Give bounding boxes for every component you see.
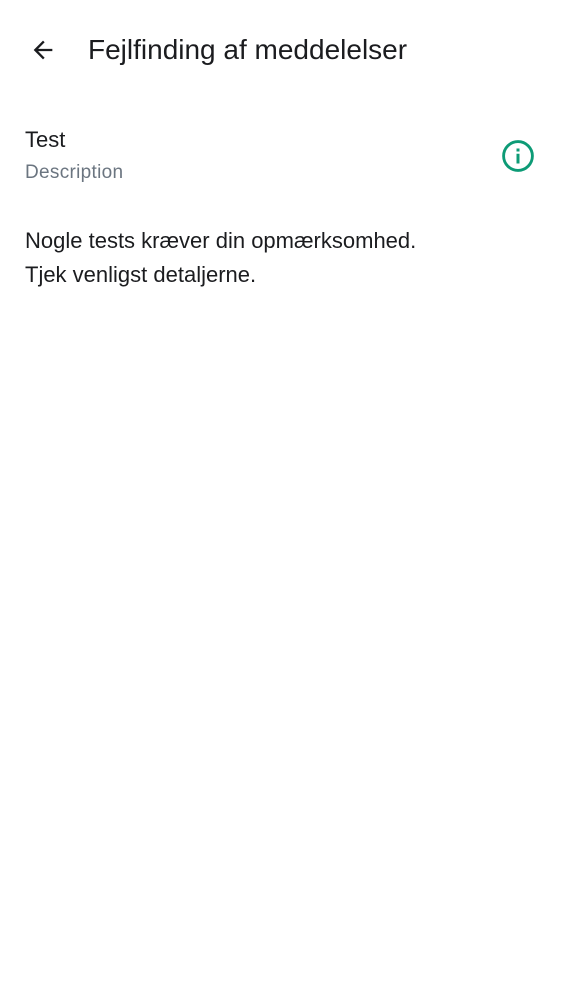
message-line-1: Nogle tests kræver din opmærksomhed.	[25, 228, 417, 253]
attention-message: Nogle tests kræver din opmærksomhed. Tje…	[25, 224, 545, 292]
back-button[interactable]	[18, 25, 68, 75]
info-circle-icon	[502, 140, 534, 172]
message-line-2: Tjek venligst detaljerne.	[25, 262, 257, 287]
test-description: Description	[25, 162, 124, 183]
arrow-back-icon	[33, 40, 53, 60]
top-app-bar: Fejlfinding af meddelelser	[0, 0, 562, 100]
test-list-item[interactable]: Test Description	[0, 118, 562, 198]
test-title: Test	[25, 127, 66, 152]
page-title: Fejlfinding af meddelelser	[88, 34, 408, 65]
info-button[interactable]	[496, 134, 540, 178]
